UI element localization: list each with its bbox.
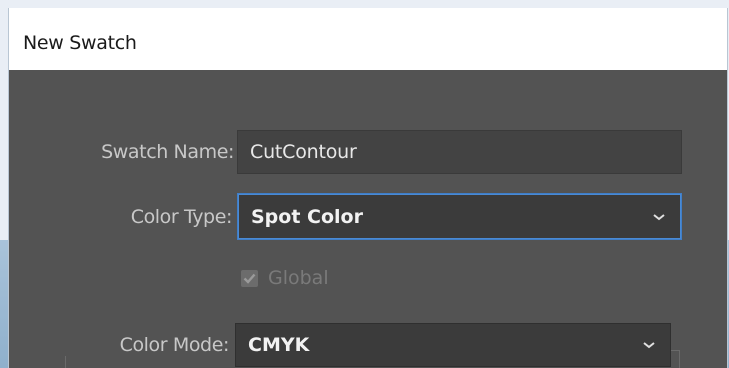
swatch-name-value: CutContour xyxy=(250,141,357,163)
color-type-label: Color Type: xyxy=(130,206,233,228)
global-checkbox-label: Global xyxy=(268,267,329,289)
color-type-select[interactable]: Spot Color xyxy=(238,194,681,239)
color-mode-label: Color Mode: xyxy=(33,334,233,356)
swatch-name-label: Swatch Name: xyxy=(101,141,234,163)
title-bar[interactable]: New Swatch xyxy=(9,8,727,70)
color-mode-select[interactable]: CMYK xyxy=(235,323,671,367)
new-swatch-dialog: New Swatch Swatch Name: CutContour Color… xyxy=(8,8,728,368)
dialog-content: Swatch Name: CutContour Color Type: Spot… xyxy=(9,70,727,368)
checkmark-icon xyxy=(243,273,256,284)
global-checkbox[interactable] xyxy=(241,269,258,287)
swatch-name-input[interactable]: CutContour xyxy=(237,130,682,174)
dialog-title: New Swatch xyxy=(23,32,137,54)
color-type-value: Spot Color xyxy=(251,205,363,228)
chevron-down-icon xyxy=(643,342,655,349)
group-box-border-right xyxy=(679,350,680,368)
global-checkbox-row[interactable]: Global xyxy=(241,267,329,289)
color-mode-value: CMYK xyxy=(248,334,310,356)
chevron-down-icon xyxy=(653,213,665,220)
